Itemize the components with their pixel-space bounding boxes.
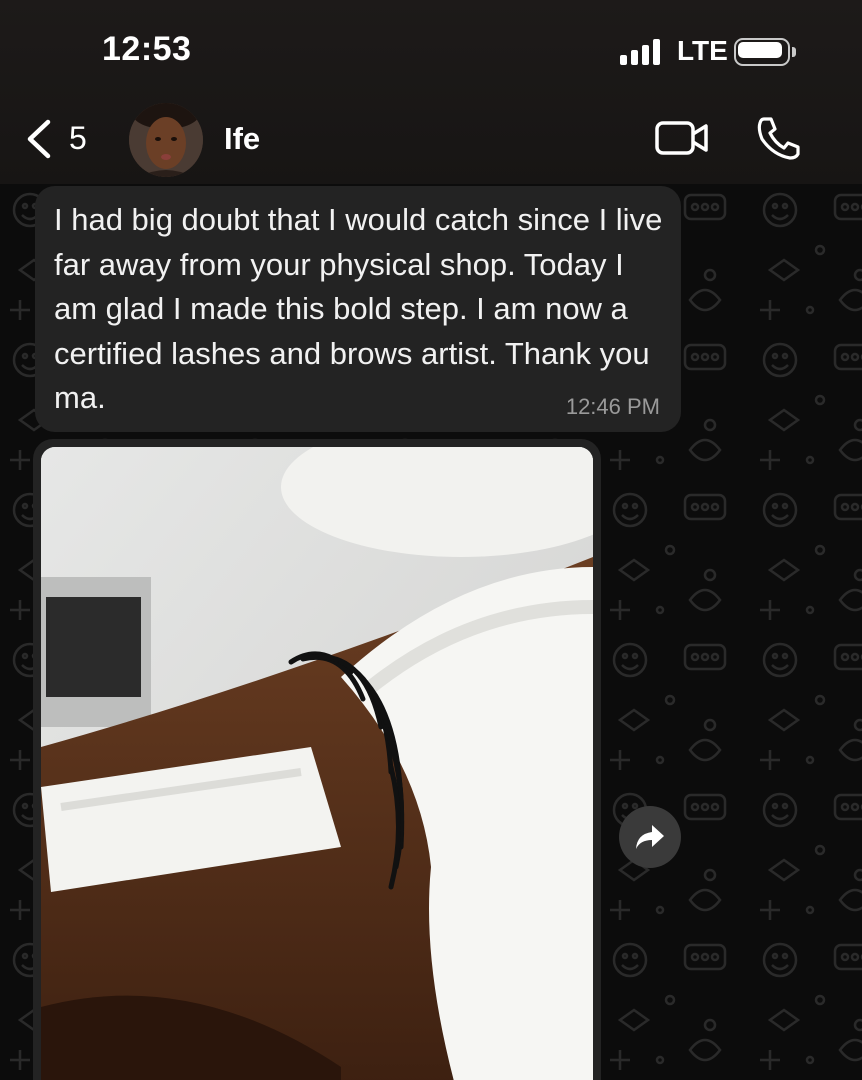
status-time: 12:53 — [102, 30, 192, 68]
unread-count[interactable]: 5 — [69, 120, 87, 157]
avatar[interactable] — [129, 103, 203, 177]
network-type: LTE — [677, 35, 728, 66]
message-photo[interactable] — [41, 447, 593, 1080]
video-call-icon[interactable] — [654, 118, 710, 158]
back-chevron-icon[interactable] — [24, 118, 54, 160]
signal-icon — [620, 39, 664, 65]
message-time: 12:46 PM — [565, 394, 660, 419]
contact-name[interactable]: Ife — [224, 121, 260, 157]
message-bubble[interactable]: I had big doubt that I would catch since… — [35, 186, 681, 432]
chat-header: 12:53 LTE 5 Ife — [0, 0, 862, 184]
chat-screen: 12:53 LTE 5 Ife I had big doubt that I w… — [0, 0, 862, 1080]
forward-button[interactable] — [619, 806, 681, 868]
forward-icon — [636, 825, 664, 849]
battery-icon — [734, 38, 796, 66]
voice-call-icon[interactable] — [756, 115, 800, 161]
message-text: I had big doubt that I would catch since… — [54, 202, 663, 415]
image-message[interactable] — [33, 439, 601, 1080]
